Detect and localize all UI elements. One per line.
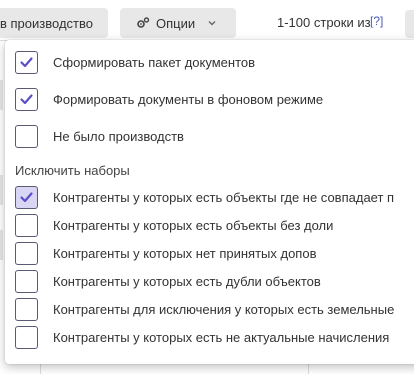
- checkbox[interactable]: [15, 325, 38, 349]
- exclude-option[interactable]: Контрагенты для исключения у которых ест…: [15, 297, 394, 321]
- option-form-document-package[interactable]: Сформировать пакет документов: [15, 50, 255, 74]
- option-label: Не было производств: [53, 128, 184, 144]
- exclude-option[interactable]: Контрагенты у которых есть не актуальные…: [15, 325, 389, 349]
- background-table-cell: [0, 175, 3, 205]
- gears-icon: [137, 17, 150, 28]
- options-button-label: Опции: [156, 15, 196, 31]
- option-no-productions[interactable]: Не было производств: [15, 124, 184, 148]
- checkbox[interactable]: [15, 241, 38, 265]
- checkmark-icon: [20, 191, 33, 202]
- background-table-cell: [0, 230, 3, 260]
- checkbox[interactable]: [15, 185, 38, 209]
- chevron-down-icon: [208, 21, 216, 26]
- options-button[interactable]: Опции: [120, 8, 236, 38]
- option-label: Контрагенты у которых нет принятых допов: [53, 245, 317, 261]
- rows-info: 1-100 строки из: [277, 15, 371, 30]
- option-label: Сформировать пакет документов: [53, 54, 256, 70]
- production-button[interactable]: в производство: [0, 8, 108, 38]
- option-label: Контрагенты для исключения у которых ест…: [53, 301, 395, 317]
- option-label: Контрагенты у которых есть объекты без д…: [53, 217, 334, 233]
- exclude-option[interactable]: Контрагенты у которых есть объекты без д…: [15, 213, 333, 237]
- option-label: Контрагенты у которых есть не актуальные…: [53, 329, 390, 345]
- checkbox[interactable]: [15, 124, 38, 148]
- checkmark-icon: [20, 56, 33, 67]
- option-label: Формировать документы в фоновом режиме: [53, 91, 324, 107]
- exclude-option[interactable]: Контрагенты у которых нет принятых допов: [15, 241, 316, 265]
- help-link[interactable]: [?]: [370, 14, 383, 28]
- checkbox[interactable]: [15, 269, 38, 293]
- background-table-cell: [0, 80, 3, 110]
- checkbox[interactable]: [15, 213, 38, 237]
- option-background-mode[interactable]: Формировать документы в фоновом режиме: [15, 87, 323, 111]
- checkbox[interactable]: [15, 87, 38, 111]
- checkbox[interactable]: [15, 50, 38, 74]
- exclude-section-title: Исключить наборы: [15, 163, 130, 178]
- checkbox[interactable]: [15, 297, 38, 321]
- option-label: Контрагенты у которых есть объекты где н…: [53, 189, 395, 205]
- options-dropdown: Сформировать пакет документов Формироват…: [5, 40, 414, 364]
- production-button-label: в производство: [0, 15, 93, 31]
- exclude-option[interactable]: Контрагенты у которых есть дубли объекто…: [15, 269, 321, 293]
- toolbar-button-partial[interactable]: [405, 10, 414, 38]
- checkmark-icon: [20, 93, 33, 104]
- exclude-option[interactable]: Контрагенты у которых есть объекты где н…: [15, 185, 394, 209]
- option-label: Контрагенты у которых есть дубли объекто…: [53, 273, 321, 289]
